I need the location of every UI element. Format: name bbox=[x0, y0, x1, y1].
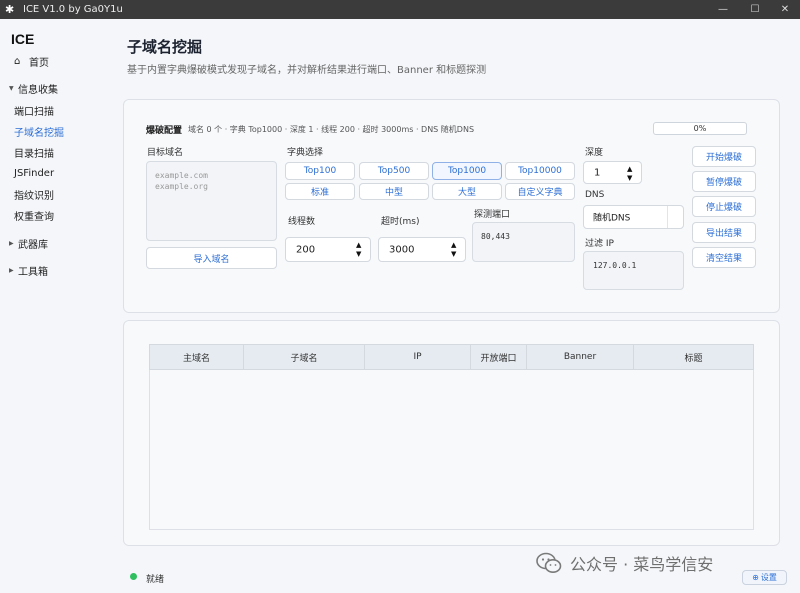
sidebar-item-home[interactable]: ⌂ 首页 bbox=[0, 51, 110, 71]
sidebar-item-label: 端口扫描 bbox=[14, 106, 54, 118]
threads-value: 200 bbox=[296, 244, 316, 255]
sidebar-group-label: 武器库 bbox=[18, 239, 48, 251]
column-header[interactable]: 标题 bbox=[634, 345, 753, 369]
sidebar-item-label: 权重查询 bbox=[14, 211, 54, 223]
sidebar-item-weight-query[interactable]: 权重查询 bbox=[0, 205, 110, 225]
sidebar-item-label: 目录扫描 bbox=[14, 148, 54, 160]
arrow-up-icon[interactable]: ▲ bbox=[356, 241, 365, 250]
app-logo-icon: ✱ bbox=[5, 3, 15, 16]
placeholder-line: example.org bbox=[155, 182, 208, 191]
sidebar-group-label: 信息收集 bbox=[18, 84, 58, 96]
minimize-button[interactable]: — bbox=[708, 0, 738, 19]
column-header[interactable]: 主域名 bbox=[150, 345, 244, 369]
sidebar-group-toolbox[interactable]: ▶ 工具箱 bbox=[0, 260, 110, 280]
sidebar-item-dir-scan[interactable]: 目录扫描 bbox=[0, 142, 110, 162]
dns-value: 随机DNS bbox=[593, 213, 631, 224]
target-domain-input[interactable]: example.com example.org bbox=[146, 161, 277, 241]
dict-custom-button[interactable]: 自定义字典 bbox=[505, 183, 575, 200]
window-titlebar: ✱ ICE V1.0 by Ga0Y1u — ☐ ✕ bbox=[0, 0, 800, 19]
column-header[interactable]: IP bbox=[365, 345, 471, 369]
column-header[interactable]: Banner bbox=[527, 345, 634, 369]
maximize-button[interactable]: ☐ bbox=[740, 0, 770, 19]
depth-label: 深度 bbox=[585, 148, 604, 158]
dict-top100-button[interactable]: Top100 bbox=[285, 162, 355, 180]
sidebar-item-subdomain[interactable]: 子域名挖掘 bbox=[0, 121, 110, 141]
sidebar-item-label: 子域名挖掘 bbox=[14, 127, 64, 139]
filter-ip-input[interactable]: 127.0.0.1 bbox=[583, 251, 684, 290]
stop-button[interactable]: 停止爆破 bbox=[692, 196, 756, 217]
sidebar-item-label: 首页 bbox=[29, 57, 49, 69]
sidebar-item-port-scan[interactable]: 端口扫描 bbox=[0, 100, 110, 120]
dns-label: DNS bbox=[585, 190, 605, 200]
settings-button[interactable]: ⊕ 设置 bbox=[742, 570, 787, 585]
placeholder-line: example.com bbox=[155, 171, 208, 180]
close-button[interactable]: ✕ bbox=[770, 0, 800, 19]
sidebar-item-jsfinder[interactable]: JSFinder bbox=[0, 163, 110, 183]
arrow-down-icon[interactable]: ▼ bbox=[451, 250, 460, 259]
dict-medium-button[interactable]: 中型 bbox=[359, 183, 429, 200]
status-text: 就绪 bbox=[146, 575, 165, 585]
status-indicator bbox=[130, 573, 137, 580]
watermark-text: 公众号 · 菜鸟学信安 bbox=[570, 555, 714, 574]
settings-label: 设置 bbox=[760, 573, 777, 582]
dict-standard-button[interactable]: 标准 bbox=[285, 183, 355, 200]
timeout-stepper[interactable]: 3000 ▲ ▼ bbox=[378, 237, 466, 262]
ports-value: 80,443 bbox=[481, 232, 510, 241]
arrow-down-icon[interactable]: ▼ bbox=[356, 250, 365, 259]
gear-icon: ⊕ bbox=[752, 573, 759, 582]
results-table-body bbox=[149, 370, 754, 530]
dict-top10000-button[interactable]: Top10000 bbox=[505, 162, 575, 180]
arrow-up-icon[interactable]: ▲ bbox=[451, 241, 460, 250]
dict-top1000-button[interactable]: Top1000 bbox=[432, 162, 502, 180]
dict-top500-button[interactable]: Top500 bbox=[359, 162, 429, 180]
column-header[interactable]: 子域名 bbox=[244, 345, 365, 369]
chevron-right-icon: ▶ bbox=[9, 239, 14, 247]
dropdown-handle[interactable] bbox=[667, 206, 683, 228]
dict-label: 字典选择 bbox=[287, 148, 324, 158]
sidebar-item-fingerprint[interactable]: 指纹识别 bbox=[0, 184, 110, 204]
timeout-value: 3000 bbox=[389, 244, 415, 255]
timeout-label: 超时(ms) bbox=[381, 217, 420, 227]
ports-input[interactable]: 80,443 bbox=[472, 222, 575, 262]
column-header[interactable]: 开放端口 bbox=[471, 345, 527, 369]
import-domain-button[interactable]: 导入域名 bbox=[146, 247, 277, 269]
threads-label: 线程数 bbox=[288, 217, 316, 227]
depth-value: 1 bbox=[594, 167, 601, 178]
sidebar-item-label: JSFinder bbox=[14, 167, 55, 179]
filter-ip-value: 127.0.0.1 bbox=[593, 261, 637, 270]
home-icon: ⌂ bbox=[14, 55, 21, 67]
progress-bar: 0% bbox=[653, 122, 747, 135]
config-heading: 爆破配置 bbox=[146, 126, 183, 136]
sidebar-item-label: 指纹识别 bbox=[14, 190, 54, 202]
clear-button[interactable]: 清空结果 bbox=[692, 247, 756, 268]
chevron-down-icon: ▼ bbox=[9, 84, 14, 92]
watermark: 公众号 · 菜鸟学信安 bbox=[536, 551, 713, 575]
table-header: 主域名 子域名 IP 开放端口 Banner 标题 bbox=[149, 344, 754, 370]
ports-label: 探测端口 bbox=[474, 210, 511, 220]
page-title: 子域名挖掘 bbox=[127, 38, 203, 56]
arrow-down-icon[interactable]: ▼ bbox=[627, 174, 636, 183]
target-domain-label: 目标域名 bbox=[147, 148, 184, 158]
sidebar: ICE ⌂ 首页 ▼ 信息收集 端口扫描 子域名挖掘 目录扫描 JSFinder… bbox=[0, 19, 110, 593]
sidebar-group-info-gathering[interactable]: ▼ 信息收集 bbox=[0, 78, 110, 98]
config-summary: 域名 0 个 · 字典 Top1000 · 深度 1 · 线程 200 · 超时… bbox=[188, 125, 475, 134]
brand-title: ICE bbox=[11, 31, 35, 47]
threads-stepper[interactable]: 200 ▲ ▼ bbox=[285, 237, 371, 262]
dict-large-button[interactable]: 大型 bbox=[432, 183, 502, 200]
depth-stepper[interactable]: 1 ▲ ▼ bbox=[583, 161, 642, 184]
chevron-right-icon: ▶ bbox=[9, 266, 14, 274]
sidebar-group-arsenal[interactable]: ▶ 武器库 bbox=[0, 233, 110, 253]
start-button[interactable]: 开始爆破 bbox=[692, 146, 756, 167]
filter-ip-label: 过滤 IP bbox=[585, 239, 614, 249]
wechat-icon bbox=[536, 552, 562, 574]
dns-select[interactable]: 随机DNS bbox=[583, 205, 684, 229]
sidebar-group-label: 工具箱 bbox=[18, 266, 48, 278]
export-button[interactable]: 导出结果 bbox=[692, 222, 756, 243]
arrow-up-icon[interactable]: ▲ bbox=[627, 165, 636, 174]
page-description: 基于内置字典爆破模式发现子域名，并对解析结果进行端口、Banner 和标题探测 bbox=[127, 65, 487, 76]
pause-button[interactable]: 暂停爆破 bbox=[692, 171, 756, 192]
window-title: ICE V1.0 by Ga0Y1u bbox=[23, 4, 123, 15]
progress-text: 0% bbox=[693, 124, 707, 133]
